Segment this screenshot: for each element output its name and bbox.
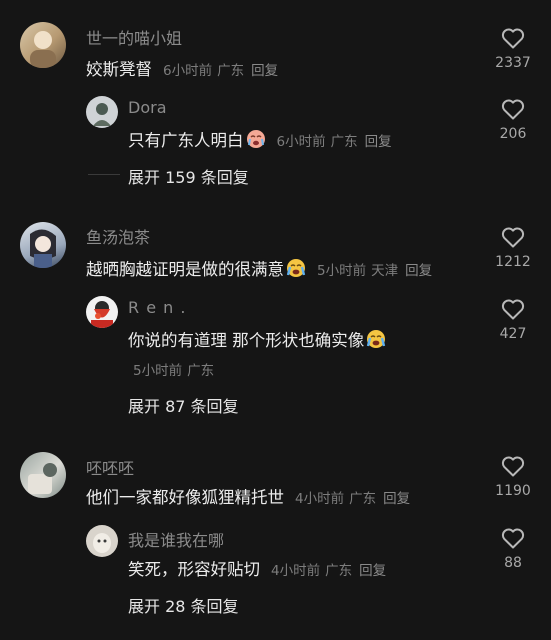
heart-outline-icon <box>501 28 525 49</box>
comment-body: 他们一家都好像狐狸精托世 <box>86 488 284 507</box>
expand-replies-button[interactable]: 展开 28 条回复 <box>128 593 239 617</box>
reply-meta: 6小时前 广东 回复 <box>272 134 392 150</box>
heart-outline-icon <box>501 227 525 248</box>
reply-location: 广东 <box>187 363 215 379</box>
avatar[interactable] <box>20 222 66 268</box>
reply-button[interactable]: 回复 <box>251 63 278 79</box>
reply-time: 4小时前 <box>271 563 321 579</box>
comment-author[interactable]: 呸呸呸 <box>86 455 134 479</box>
comment-text[interactable]: 姣斯凳督 6小时前 广东 回复 <box>86 56 278 80</box>
like-count: 206 <box>499 126 527 142</box>
reply-body: 笑死，形容好贴切 <box>128 560 260 579</box>
crying-face-emoji-icon <box>246 130 265 148</box>
avatar[interactable] <box>20 452 66 498</box>
like-button[interactable]: 2337 <box>493 27 533 71</box>
crying-face-emoji-icon <box>367 330 386 348</box>
like-count: 1190 <box>495 483 531 499</box>
like-count: 427 <box>499 326 527 342</box>
crying-face-emoji-icon <box>286 259 306 277</box>
reply-author[interactable]: 我是谁我在哪 <box>128 527 224 551</box>
like-button[interactable]: 1190 <box>493 455 533 499</box>
comment-text[interactable]: 越晒胸越证明是做的很满意 5小时前 天津 回复 <box>86 256 432 280</box>
comment-time: 6小时前 <box>163 63 213 79</box>
like-button[interactable]: 206 <box>493 98 533 142</box>
reply-text[interactable]: 笑死，形容好贴切 4小时前 广东 回复 <box>128 556 386 580</box>
reply-body: 只有广东人明白 <box>128 131 244 150</box>
comment-author[interactable]: 世一的喵小姐 <box>86 25 182 49</box>
avatar[interactable] <box>86 296 118 328</box>
comment-text[interactable]: 他们一家都好像狐狸精托世 4小时前 广东 回复 <box>86 484 410 508</box>
reply-meta: 5小时前 广东 <box>128 359 214 379</box>
like-button[interactable]: 88 <box>493 527 533 571</box>
heart-outline-icon <box>501 456 525 477</box>
like-count: 2337 <box>495 55 531 71</box>
reply-author[interactable]: Dora <box>128 98 167 117</box>
comment-location: 天津 <box>371 263 399 279</box>
comment-location: 广东 <box>217 63 245 79</box>
expand-replies-button[interactable]: 展开 159 条回复 <box>128 164 249 188</box>
reply-text[interactable]: 只有广东人明白 6小时前 广东 回复 <box>128 127 392 151</box>
reply-author[interactable]: R e n . <box>128 298 186 317</box>
avatar[interactable] <box>86 525 118 557</box>
comment-body: 姣斯凳督 <box>86 60 152 79</box>
comment-meta: 5小时前 天津 回复 <box>312 263 432 279</box>
comment-time: 5小时前 <box>317 263 367 279</box>
expand-replies-button[interactable]: 展开 87 条回复 <box>128 393 239 417</box>
like-button[interactable]: 427 <box>493 298 533 342</box>
reply-text[interactable]: 你说的有道理 那个形状也确实像 <box>128 327 386 351</box>
heart-outline-icon <box>501 528 525 549</box>
reply-location: 广东 <box>325 563 353 579</box>
avatar[interactable] <box>86 96 118 128</box>
reply-meta: 4小时前 广东 回复 <box>266 563 386 579</box>
like-count: 88 <box>504 555 522 571</box>
reply-location: 广东 <box>330 134 358 150</box>
heart-outline-icon <box>501 299 525 320</box>
avatar[interactable] <box>20 22 66 68</box>
reply-button[interactable]: 回复 <box>365 134 392 150</box>
comment-author[interactable]: 鱼汤泡茶 <box>86 224 150 248</box>
reply-button[interactable]: 回复 <box>405 263 432 279</box>
reply-body: 你说的有道理 那个形状也确实像 <box>128 331 365 350</box>
comment-location: 广东 <box>349 491 377 507</box>
divider <box>88 174 120 175</box>
like-button[interactable]: 1212 <box>493 226 533 270</box>
heart-outline-icon <box>501 99 525 120</box>
comment-body: 越晒胸越证明是做的很满意 <box>86 260 284 279</box>
reply-time: 5小时前 <box>133 363 183 379</box>
comment-meta: 4小时前 广东 回复 <box>290 491 410 507</box>
comment-meta: 6小时前 广东 回复 <box>158 63 278 79</box>
reply-time: 6小时前 <box>276 134 326 150</box>
comment-time: 4小时前 <box>295 491 345 507</box>
like-count: 1212 <box>495 254 531 270</box>
reply-button[interactable]: 回复 <box>383 491 410 507</box>
reply-button[interactable]: 回复 <box>359 563 386 579</box>
